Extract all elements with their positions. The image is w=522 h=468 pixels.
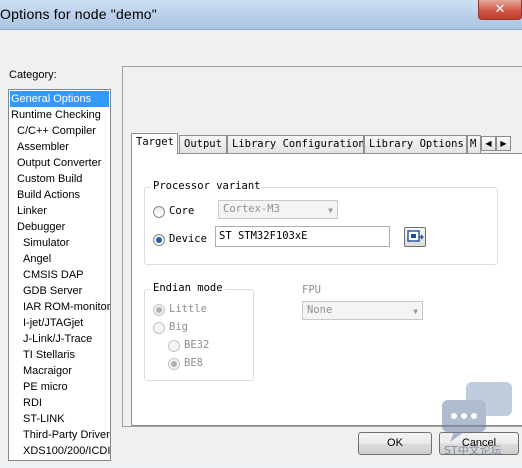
category-item-gdb-server[interactable]: GDB Server xyxy=(9,283,110,299)
category-item-custom-build[interactable]: Custom Build xyxy=(9,171,110,187)
tab-more[interactable]: M xyxy=(467,135,481,153)
tab-scroll-left-icon[interactable]: ◀ xyxy=(481,136,496,151)
category-item-i-jet-jtagjet[interactable]: I-jet/JTAGjet xyxy=(9,315,110,331)
endian-be8-label: BE8 xyxy=(184,357,203,369)
device-browse-icon xyxy=(407,230,424,242)
endian-big-label: Big xyxy=(169,321,188,333)
category-list[interactable]: General Options Runtime Checking C/C++ Com… xyxy=(8,89,111,461)
category-item-pe-micro[interactable]: PE micro xyxy=(9,379,110,395)
category-item-runtime-checking[interactable]: Runtime Checking xyxy=(9,107,110,123)
watermark: ST中文论坛 xyxy=(440,380,522,465)
endian-mode-title: Endian mode xyxy=(151,282,225,294)
category-item-macraigor[interactable]: Macraigor xyxy=(9,363,110,379)
category-item-debugger[interactable]: Debugger xyxy=(9,219,110,235)
category-item-angel[interactable]: Angel xyxy=(9,251,110,267)
tab-library-options[interactable]: Library Options xyxy=(364,135,467,153)
endian-be8-radio[interactable] xyxy=(168,358,180,370)
core-select-value: Cortex-M3 xyxy=(223,203,280,215)
fpu-select-value: None xyxy=(307,304,333,316)
endian-be32-label: BE32 xyxy=(184,339,210,351)
core-select: Cortex-M3 ▼ xyxy=(218,200,338,219)
device-browse-button[interactable] xyxy=(404,227,426,247)
device-radio[interactable] xyxy=(153,234,165,246)
tab-output[interactable]: Output xyxy=(179,135,227,153)
chevron-down-icon: ▼ xyxy=(413,307,418,316)
ok-button[interactable]: OK xyxy=(358,432,432,455)
chevron-down-icon: ▼ xyxy=(328,206,333,215)
category-item-st-link[interactable]: ST-LINK xyxy=(9,411,110,427)
watermark-text: ST中文论坛 xyxy=(444,444,502,457)
fpu-select: None ▼ xyxy=(302,301,423,320)
category-item-linker[interactable]: Linker xyxy=(9,203,110,219)
endian-big-radio[interactable] xyxy=(153,322,165,334)
category-item-cmsis-dap[interactable]: CMSIS DAP xyxy=(9,267,110,283)
tab-strip: Target Output Library Configuration Libr… xyxy=(131,133,522,154)
category-item-output-converter[interactable]: Output Converter xyxy=(9,155,110,171)
tab-library-configuration[interactable]: Library Configuration xyxy=(227,135,364,153)
category-item-j-link-j-trace[interactable]: J-Link/J-Trace xyxy=(9,331,110,347)
core-radio[interactable] xyxy=(153,206,165,218)
category-item-third-party-driver[interactable]: Third-Party Driver xyxy=(9,427,110,443)
category-item-c-c-compiler[interactable]: C/C++ Compiler xyxy=(9,123,110,139)
endian-be32-radio[interactable] xyxy=(168,340,180,352)
category-item-assembler[interactable]: Assembler xyxy=(9,139,110,155)
category-item-iar-rom-monitor[interactable]: IAR ROM-monitor xyxy=(9,299,110,315)
core-label: Core xyxy=(169,205,195,217)
category-item-simulator[interactable]: Simulator xyxy=(9,235,110,251)
device-field[interactable]: ST STM32F103xE xyxy=(215,226,390,247)
category-item-rdi[interactable]: RDI xyxy=(9,395,110,411)
category-item-general-options[interactable]: General Options xyxy=(10,91,109,107)
fpu-label: FPU xyxy=(302,284,321,296)
tab-scroll-right-icon[interactable]: ▶ xyxy=(496,136,511,151)
category-item-build-actions[interactable]: Build Actions xyxy=(9,187,110,203)
title-bar: Options for node "demo" ✕ xyxy=(0,0,522,30)
processor-variant-title: Processor variant xyxy=(151,180,263,192)
tab-target[interactable]: Target xyxy=(131,133,178,154)
device-label: Device xyxy=(169,233,207,245)
close-button[interactable]: ✕ xyxy=(478,0,522,20)
category-item-xds100-200-icdi[interactable]: XDS100/200/ICDI xyxy=(9,443,110,459)
window-title: Options for node "demo" xyxy=(0,6,157,22)
endian-little-label: Little xyxy=(169,303,207,315)
category-label: Category: xyxy=(9,69,57,81)
category-item-ti-stellaris[interactable]: TI Stellaris xyxy=(9,347,110,363)
endian-little-radio[interactable] xyxy=(153,304,165,316)
